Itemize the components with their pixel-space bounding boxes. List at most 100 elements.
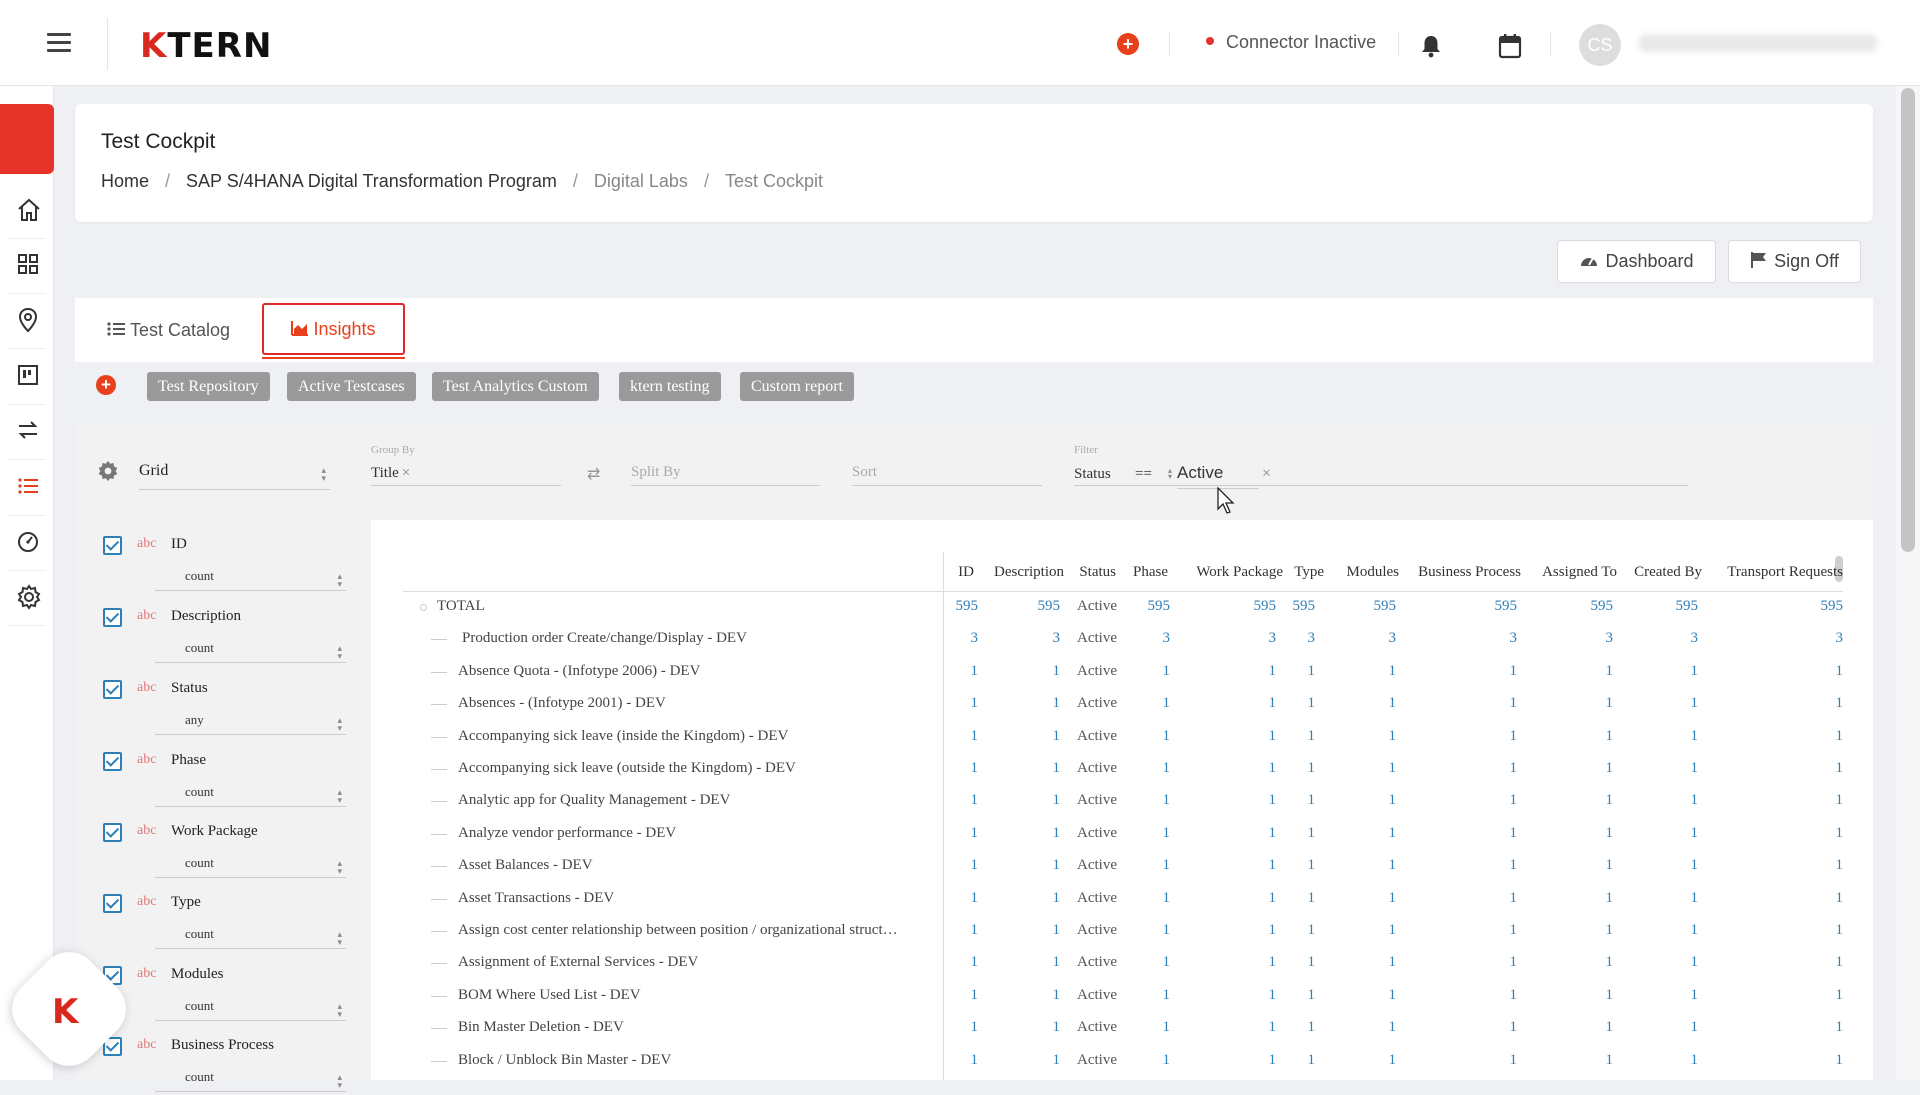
checkbox[interactable]	[103, 823, 122, 842]
table-cell[interactable]: 3	[918, 630, 979, 647]
filter-operator[interactable]: ==	[1135, 466, 1152, 483]
table-cell[interactable]: 1	[1000, 695, 1061, 712]
table-cell[interactable]: 1	[918, 728, 979, 745]
column-header[interactable]: Type	[1294, 564, 1324, 581]
column-header[interactable]: Assigned To	[1542, 564, 1617, 581]
table-cell[interactable]: 1	[1336, 760, 1397, 777]
table-row-label[interactable]: Analytic app for Quality Management - DE…	[458, 792, 730, 809]
table-row-label[interactable]: Accompanying sick leave (inside the King…	[458, 728, 788, 745]
table-cell[interactable]: 1	[1553, 1052, 1614, 1069]
table-cell[interactable]: 1	[1553, 1019, 1614, 1036]
gauge-icon[interactable]	[16, 529, 40, 553]
table-cell[interactable]: 595	[1336, 598, 1397, 615]
table-cell[interactable]: 1	[1457, 890, 1518, 907]
group-by-chip[interactable]: Title	[371, 465, 399, 481]
table-row-label[interactable]: Asset Balances - DEV	[458, 857, 593, 874]
table-row-label[interactable]: BOM Where Used List - DEV	[458, 987, 641, 1004]
table-cell[interactable]: 1	[1783, 1019, 1844, 1036]
add-report-icon[interactable]: +	[96, 375, 116, 395]
table-cell[interactable]: 1	[1457, 987, 1518, 1004]
table-cell[interactable]: 3	[1638, 630, 1699, 647]
table-cell[interactable]: 1	[1255, 728, 1316, 745]
table-cell[interactable]: 1	[1000, 1019, 1061, 1036]
tab-test-catalog[interactable]: Test Catalog	[107, 320, 230, 341]
table-cell[interactable]: 3	[1255, 630, 1316, 647]
table-cell[interactable]: 3	[1110, 630, 1171, 647]
table-cell[interactable]: 1	[918, 760, 979, 777]
table-row-label[interactable]: Absences - (Infotype 2001) - DEV	[458, 695, 666, 712]
table-cell[interactable]: 1	[1110, 695, 1171, 712]
table-cell[interactable]: 1	[1255, 922, 1316, 939]
table-cell[interactable]: 595	[1638, 598, 1699, 615]
table-cell[interactable]: 1	[1336, 695, 1397, 712]
sign-off-button[interactable]: Sign Off	[1728, 240, 1861, 283]
table-cell[interactable]: 1	[1000, 728, 1061, 745]
attribute-id[interactable]: abc ID count ▴ ▾	[91, 528, 346, 594]
table-cell[interactable]: 595	[1000, 598, 1061, 615]
column-header[interactable]: Description	[994, 564, 1064, 581]
aggregator-select[interactable]: count ▴ ▾	[155, 781, 346, 807]
table-cell[interactable]: 1	[1783, 890, 1844, 907]
calendar-icon[interactable]	[1498, 33, 1522, 64]
aggregator-select[interactable]: count ▴ ▾	[155, 1066, 346, 1092]
table-cell[interactable]: 1	[1783, 695, 1844, 712]
clear-filter-icon[interactable]: ×	[1262, 465, 1271, 483]
page-scrollbar[interactable]	[1896, 86, 1920, 1080]
table-cell[interactable]: 1	[1638, 890, 1699, 907]
collapse-icon[interactable]	[420, 604, 427, 611]
table-row-label[interactable]: Assignment of External Services - DEV	[458, 954, 698, 971]
table-cell[interactable]: 1	[1553, 825, 1614, 842]
column-header[interactable]: Created By	[1634, 564, 1702, 581]
table-cell[interactable]: 1	[1000, 890, 1061, 907]
table-cell[interactable]: 1	[918, 695, 979, 712]
report-chip[interactable]: Test Analytics Custom	[432, 372, 599, 401]
table-cell[interactable]: 1	[1110, 890, 1171, 907]
table-cell[interactable]: 1	[1783, 987, 1844, 1004]
attribute-modules[interactable]: abc Modules count ▴ ▾	[91, 958, 346, 1024]
column-header[interactable]: Business Process	[1418, 564, 1521, 581]
swap-icon[interactable]: ⇄	[587, 464, 600, 484]
table-cell[interactable]: 1	[1336, 1019, 1397, 1036]
table-cell[interactable]: 1	[1110, 1019, 1171, 1036]
table-cell[interactable]: 1	[1457, 922, 1518, 939]
connector-status[interactable]: Connector Inactive	[1206, 32, 1376, 53]
table-cell[interactable]: 1	[1255, 663, 1316, 680]
table-cell[interactable]: 1	[1110, 663, 1171, 680]
column-header[interactable]: Status	[1079, 564, 1116, 581]
table-cell[interactable]: 3	[1000, 630, 1061, 647]
table-row-label[interactable]: Block / Unblock Bin Master - DEV	[458, 1052, 671, 1069]
tab-insights[interactable]: Insights	[262, 303, 405, 355]
remove-icon[interactable]: ×	[402, 465, 410, 481]
table-cell[interactable]: 1	[1336, 987, 1397, 1004]
table-cell[interactable]: 1	[1255, 1019, 1316, 1036]
table-cell[interactable]: 1	[1783, 857, 1844, 874]
breadcrumb-digital-labs[interactable]: Digital Labs	[594, 171, 688, 191]
table-cell[interactable]: 3	[1553, 630, 1614, 647]
table-cell[interactable]: 1	[1110, 792, 1171, 809]
attribute-status[interactable]: abc Status any ▴ ▾	[91, 672, 346, 738]
column-header[interactable]: Phase	[1133, 564, 1168, 581]
table-cell[interactable]: 1	[1638, 792, 1699, 809]
table-cell[interactable]: 1	[1110, 760, 1171, 777]
table-cell[interactable]: 1	[1783, 825, 1844, 842]
table-cell[interactable]: 1	[1783, 728, 1844, 745]
scrollbar-thumb[interactable]	[1901, 88, 1915, 552]
ktern-logo[interactable]: KTERN	[140, 26, 272, 66]
checkbox[interactable]	[103, 608, 122, 627]
table-cell[interactable]: 595	[1255, 598, 1316, 615]
table-cell[interactable]: 1	[1000, 825, 1061, 842]
checkbox[interactable]	[103, 752, 122, 771]
list-icon[interactable]	[16, 474, 40, 498]
table-cell[interactable]: 1	[1457, 663, 1518, 680]
table-cell[interactable]: 595	[1457, 598, 1518, 615]
table-cell[interactable]: 1	[1000, 760, 1061, 777]
table-cell[interactable]: 1	[1553, 890, 1614, 907]
table-cell[interactable]: 1	[1000, 987, 1061, 1004]
table-row-label[interactable]: Assign cost center relationship between …	[458, 922, 898, 939]
table-row-label[interactable]: Asset Transactions - DEV	[458, 890, 614, 907]
report-chip[interactable]: Active Testcases	[287, 372, 416, 401]
gear-icon[interactable]	[97, 460, 119, 487]
table-cell[interactable]: 1	[1457, 728, 1518, 745]
table-cell[interactable]: 1	[1336, 728, 1397, 745]
dashboard-grid-icon[interactable]	[16, 252, 40, 276]
